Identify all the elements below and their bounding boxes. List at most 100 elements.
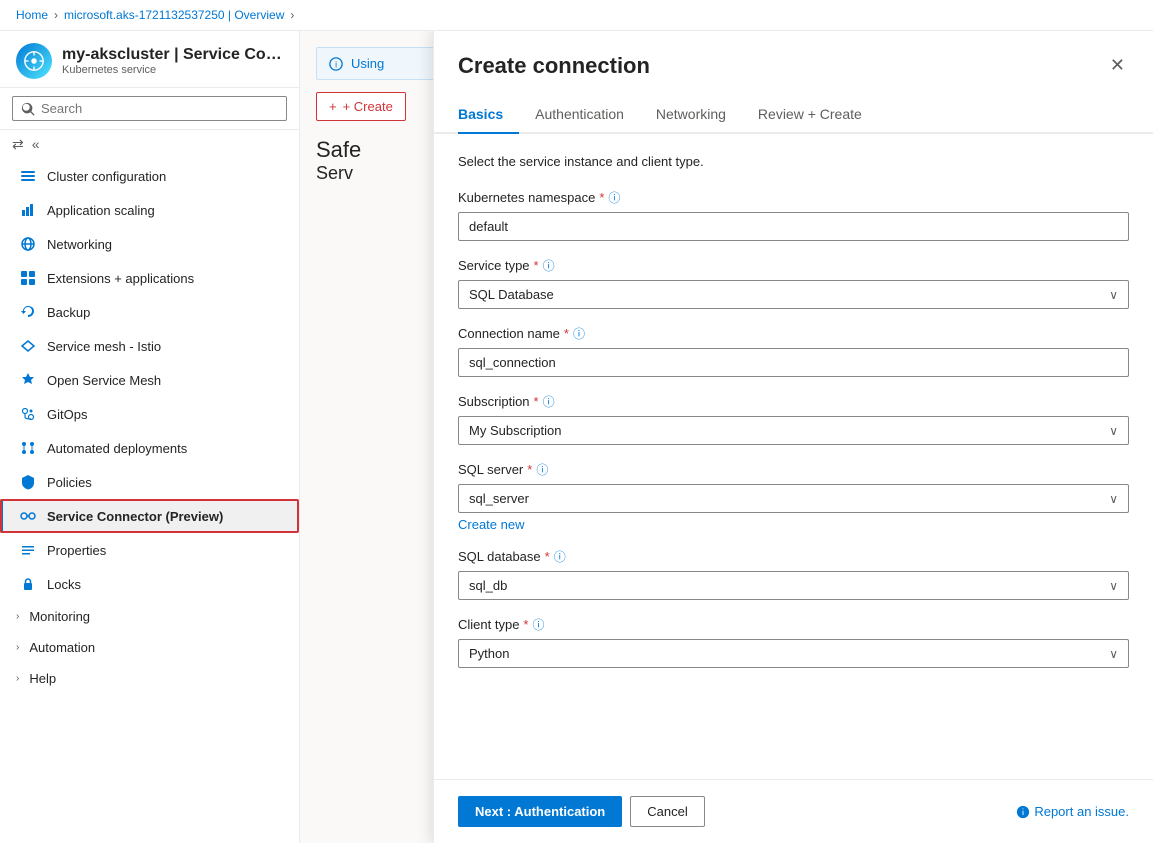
create-new-link[interactable]: Create new [458, 517, 524, 532]
sidebar-item-policies[interactable]: Policies [0, 465, 299, 499]
sidebar-item-cluster-configuration[interactable]: Cluster configuration [0, 159, 299, 193]
breadcrumb-resource[interactable]: microsoft.aks-1721132537250 | Overview [64, 8, 284, 22]
plus-icon: + [329, 99, 337, 114]
report-issue-link[interactable]: Report an issue. [1016, 804, 1129, 819]
client-type-select[interactable]: Python ∨ [458, 639, 1129, 668]
properties-icon [19, 541, 37, 559]
info-icon-service-type[interactable]: ⓘ [543, 257, 555, 274]
sidebar-subtitle: Kubernetes service [62, 64, 283, 76]
sidebar-item-label: Networking [47, 237, 112, 252]
info-icon-subscription[interactable]: ⓘ [543, 393, 555, 410]
field-label-service-type: Service type * ⓘ [458, 257, 1129, 274]
sidebar-title: my-akscluster | Service Conn… [62, 46, 283, 64]
report-icon [1016, 805, 1030, 819]
expand-icon[interactable]: ⇄ [12, 136, 24, 153]
next-button[interactable]: Next : Authentication [458, 796, 622, 827]
panel-body: Select the service instance and client t… [434, 134, 1153, 779]
chevron-down-icon: ∨ [1109, 579, 1118, 593]
create-button[interactable]: + + Create [316, 92, 406, 121]
tab-basics[interactable]: Basics [458, 96, 519, 134]
client-type-value: Python [469, 646, 509, 661]
sidebar-item-label: Extensions + applications [47, 271, 194, 286]
report-link-text: Report an issue. [1034, 804, 1129, 819]
service-type-select[interactable]: SQL Database ∨ [458, 280, 1129, 309]
scaling-icon [19, 201, 37, 219]
field-client-type: Client type * ⓘ Python ∨ [458, 616, 1129, 668]
avatar [16, 43, 52, 79]
field-label-sql-server: SQL server * ⓘ [458, 461, 1129, 478]
field-connection-name: Connection name * ⓘ [458, 325, 1129, 377]
tab-review-create[interactable]: Review + Create [742, 96, 878, 134]
chevron-right-icon: › [16, 673, 19, 684]
sidebar-item-properties[interactable]: Properties [0, 533, 299, 567]
subscription-select[interactable]: My Subscription ∨ [458, 416, 1129, 445]
chevron-right-icon: › [16, 642, 19, 653]
chevron-down-icon: ∨ [1109, 424, 1118, 438]
sidebar-item-automated-deployments[interactable]: Automated deployments [0, 431, 299, 465]
sidebar-item-networking[interactable]: Networking [0, 227, 299, 261]
tab-authentication[interactable]: Authentication [519, 96, 640, 134]
info-icon-sql-database[interactable]: ⓘ [554, 548, 566, 565]
osm-icon [19, 371, 37, 389]
sidebar-controls: ⇄ « [0, 130, 299, 159]
search-input[interactable] [41, 101, 278, 116]
sidebar-item-label: Service Connector (Preview) [47, 509, 223, 524]
mesh-icon [19, 337, 37, 355]
collapse-icon[interactable]: « [32, 136, 40, 153]
sidebar-item-label: Open Service Mesh [47, 373, 161, 388]
tab-networking[interactable]: Networking [640, 96, 742, 134]
group-label: Monitoring [29, 609, 90, 624]
chevron-down-icon: ∨ [1109, 492, 1118, 506]
sql-database-value: sql_db [469, 578, 507, 593]
field-label-client-type: Client type * ⓘ [458, 616, 1129, 633]
sidebar-item-locks[interactable]: Locks [0, 567, 299, 601]
panel-title: Create connection [458, 53, 650, 79]
service-type-value: SQL Database [469, 287, 554, 302]
sidebar: my-akscluster | Service Conn… Kubernetes… [0, 31, 300, 843]
cancel-button[interactable]: Cancel [630, 796, 704, 827]
sidebar-item-service-connector[interactable]: Service Connector (Preview) [0, 499, 299, 533]
sidebar-item-label: Policies [47, 475, 92, 490]
sidebar-group-automation[interactable]: › Automation [0, 632, 299, 663]
sidebar-item-label: GitOps [47, 407, 87, 422]
field-kubernetes-namespace: Kubernetes namespace * ⓘ [458, 189, 1129, 241]
sidebar-item-label: Backup [47, 305, 90, 320]
connection-name-input[interactable] [458, 348, 1129, 377]
sidebar-group-monitoring[interactable]: › Monitoring [0, 601, 299, 632]
sidebar-item-open-service-mesh[interactable]: Open Service Mesh [0, 363, 299, 397]
panel-tabs: Basics Authentication Networking Review … [434, 96, 1153, 134]
sidebar-item-label: Service mesh - Istio [47, 339, 161, 354]
close-button[interactable]: ✕ [1106, 51, 1129, 80]
sidebar-item-application-scaling[interactable]: Application scaling [0, 193, 299, 227]
breadcrumb: Home › microsoft.aks-1721132537250 | Ove… [0, 0, 1153, 31]
field-label-connection-name: Connection name * ⓘ [458, 325, 1129, 342]
info-icon-namespace[interactable]: ⓘ [608, 189, 620, 206]
field-subscription: Subscription * ⓘ My Subscription ∨ [458, 393, 1129, 445]
chevron-down-icon: ∨ [1109, 288, 1118, 302]
subscription-value: My Subscription [469, 423, 561, 438]
connector-icon [19, 507, 37, 525]
backup-icon [19, 303, 37, 321]
sidebar-item-backup[interactable]: Backup [0, 295, 299, 329]
info-icon-client-type[interactable]: ⓘ [532, 616, 544, 633]
sidebar-item-label: Locks [47, 577, 81, 592]
field-label-sql-database: SQL database * ⓘ [458, 548, 1129, 565]
content-area: i Using + + Create Safe Serv Create conn… [300, 31, 1153, 843]
sql-server-select[interactable]: sql_server ∨ [458, 484, 1129, 513]
info-icon-connection-name[interactable]: ⓘ [573, 325, 585, 342]
sidebar-item-label: Properties [47, 543, 106, 558]
sidebar-item-gitops[interactable]: GitOps [0, 397, 299, 431]
sql-database-select[interactable]: sql_db ∨ [458, 571, 1129, 600]
search-icon [21, 102, 35, 116]
breadcrumb-home[interactable]: Home [16, 8, 48, 22]
chevron-down-icon: ∨ [1109, 647, 1118, 661]
sidebar-item-service-mesh[interactable]: Service mesh - Istio [0, 329, 299, 363]
sidebar-item-extensions[interactable]: Extensions + applications [0, 261, 299, 295]
create-button-label: + Create [343, 99, 393, 114]
deployments-icon [19, 439, 37, 457]
field-service-type: Service type * ⓘ SQL Database ∨ [458, 257, 1129, 309]
kubernetes-namespace-input[interactable] [458, 212, 1129, 241]
sidebar-group-help[interactable]: › Help [0, 663, 299, 694]
info-icon-sql-server[interactable]: ⓘ [536, 461, 548, 478]
locks-icon [19, 575, 37, 593]
